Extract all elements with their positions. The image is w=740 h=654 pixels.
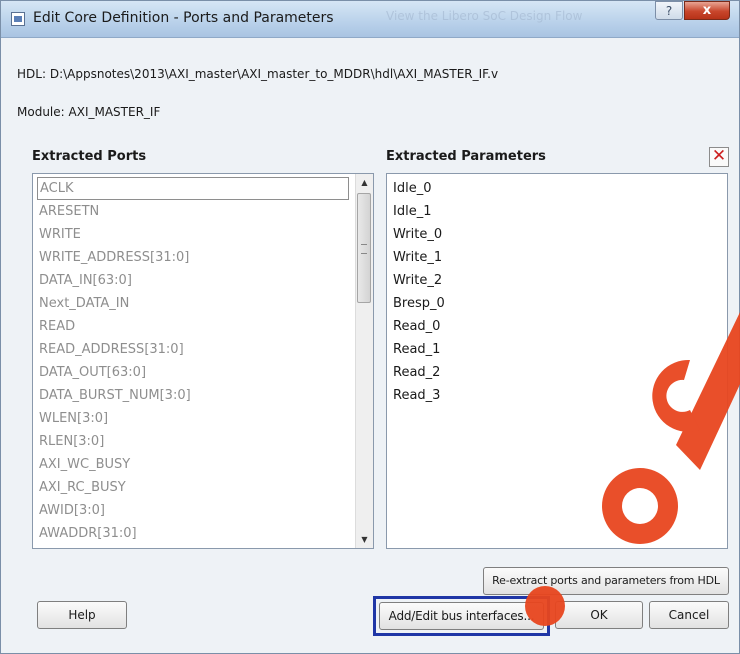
- scrollbar-thumb[interactable]: [357, 193, 371, 303]
- port-list-item[interactable]: AWADDR[31:0]: [39, 522, 137, 545]
- parameter-list-item[interactable]: Write_2: [393, 269, 442, 292]
- port-list-item[interactable]: WRITE: [39, 223, 81, 246]
- window-icon: [11, 12, 25, 26]
- parameter-list-item[interactable]: Read_3: [393, 384, 440, 407]
- parameter-list-item[interactable]: Read_1: [393, 338, 440, 361]
- window-title: Edit Core Definition - Ports and Paramet…: [33, 10, 334, 26]
- parameter-list-item[interactable]: Write_1: [393, 246, 442, 269]
- port-list-item[interactable]: RLEN[3:0]: [39, 430, 104, 453]
- parameter-list-item[interactable]: Bresp_0: [393, 292, 445, 315]
- extracted-ports-heading: Extracted Ports: [32, 149, 147, 164]
- cancel-button[interactable]: Cancel: [649, 601, 729, 629]
- extracted-parameters-heading: Extracted Parameters: [386, 149, 546, 164]
- parameter-list-item[interactable]: Idle_1: [393, 200, 431, 223]
- hdl-path: D:\Appsnotes\2013\AXI_master\AXI_master_…: [49, 67, 499, 81]
- port-list-item[interactable]: DATA_IN[63:0]: [39, 269, 132, 292]
- remove-parameter-button[interactable]: ✕: [709, 147, 729, 167]
- module-line: Module: AXI_MASTER_IF: [17, 105, 160, 119]
- ok-button[interactable]: OK: [555, 601, 643, 629]
- port-list-item[interactable]: READ: [39, 315, 75, 338]
- port-list-item[interactable]: WRITE_ADDRESS[31:0]: [39, 246, 189, 269]
- port-list-item[interactable]: ARESETN: [39, 200, 99, 223]
- title-bar[interactable]: Edit Core Definition - Ports and Paramet…: [1, 1, 739, 38]
- reextract-ports-button[interactable]: Re-extract ports and parameters from HDL: [483, 567, 729, 595]
- edit-core-definition-dialog: Edit Core Definition - Ports and Paramet…: [0, 0, 740, 654]
- port-list-item[interactable]: AWID[3:0]: [39, 499, 105, 522]
- extracted-parameters-list[interactable]: Idle_0 Idle_1 Write_0 Write_1 Write_2 Bresp_0…: [386, 173, 728, 549]
- port-list-item[interactable]: WLEN[3:0]: [39, 407, 108, 430]
- add-edit-bus-interfaces-button[interactable]: Add/Edit bus interfaces...: [379, 602, 544, 630]
- hdl-path-line: HDL: D:\Appsnotes\2013\AXI_master\AXI_ma…: [17, 67, 498, 81]
- ports-scrollbar[interactable]: ▲ ▼: [355, 174, 373, 548]
- module-name: AXI_MASTER_IF: [68, 105, 161, 119]
- help-titlebar-button[interactable]: ?: [655, 1, 683, 20]
- port-list-item[interactable]: ACLK: [37, 177, 349, 200]
- help-button[interactable]: Help: [37, 601, 127, 629]
- scroll-down-arrow-icon[interactable]: ▼: [356, 531, 373, 548]
- parameter-list-item[interactable]: Read_0: [393, 315, 440, 338]
- parameter-list-item[interactable]: Write_0: [393, 223, 442, 246]
- red-x-icon: ✕: [711, 146, 727, 166]
- port-list-item[interactable]: Next_DATA_IN: [39, 292, 129, 315]
- parameter-list-item[interactable]: Read_2: [393, 361, 440, 384]
- extracted-ports-list[interactable]: ACLK ARESETN WRITE WRITE_ADDRESS[31:0] DATA_…: [32, 173, 374, 549]
- parameter-list-item[interactable]: Idle_0: [393, 177, 431, 200]
- hdl-label: HDL:: [17, 67, 46, 81]
- scroll-up-arrow-icon[interactable]: ▲: [356, 174, 373, 191]
- port-list-item[interactable]: READ_ADDRESS[31:0]: [39, 338, 184, 361]
- module-label: Module:: [17, 105, 65, 119]
- port-list-item[interactable]: DATA_BURST_NUM[3:0]: [39, 384, 191, 407]
- close-button[interactable]: x: [684, 1, 730, 20]
- port-list-item[interactable]: DATA_OUT[63:0]: [39, 361, 146, 384]
- port-list-item[interactable]: AXI_RC_BUSY: [39, 476, 126, 499]
- background-tab-title: View the Libero SoC Design Flow: [386, 9, 583, 23]
- port-list-item[interactable]: AXI_WC_BUSY: [39, 453, 130, 476]
